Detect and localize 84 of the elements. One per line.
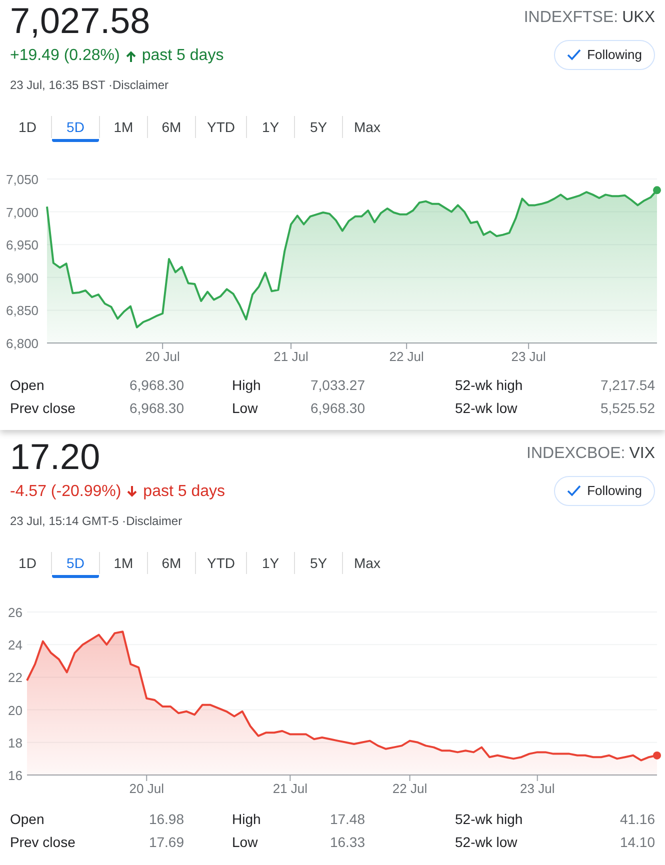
stat-value: 7,217.54 bbox=[600, 376, 655, 395]
x-axis-label: 23 Jul bbox=[520, 781, 555, 796]
price-value: 7,027.58 bbox=[10, 2, 152, 40]
stat-label: 52-wk high bbox=[455, 376, 523, 395]
stat-value: 7,033.27 bbox=[310, 376, 365, 395]
change-period: past 5 days bbox=[142, 46, 224, 66]
range-tab[interactable]: Max bbox=[343, 548, 392, 578]
stat-label: High bbox=[232, 810, 261, 829]
y-axis-label: 6,950 bbox=[6, 238, 39, 253]
y-axis-label: 24 bbox=[8, 638, 22, 653]
y-axis-label: 18 bbox=[8, 735, 22, 750]
y-axis-label: 7,050 bbox=[6, 172, 39, 187]
stat-value: 5,525.52 bbox=[600, 399, 655, 418]
stat-value: 17.69 bbox=[148, 833, 184, 852]
range-tab[interactable]: YTD bbox=[196, 548, 246, 578]
stat-value: 41.16 bbox=[620, 810, 655, 829]
stat-label: Prev close bbox=[10, 833, 76, 852]
tick-mark bbox=[146, 774, 148, 782]
range-tab[interactable]: 6M bbox=[148, 112, 195, 142]
checkmark-icon bbox=[567, 485, 582, 497]
x-axis-label: 22 Jul bbox=[389, 349, 424, 364]
tick-mark bbox=[536, 774, 538, 782]
x-axis-label: 22 Jul bbox=[392, 781, 428, 796]
tick-mark bbox=[290, 342, 292, 350]
stat-label: 52-wk low bbox=[455, 833, 518, 852]
y-axis-label: 16 bbox=[8, 768, 22, 783]
range-tab[interactable]: 6M bbox=[148, 548, 195, 578]
y-axis-label: 7,000 bbox=[6, 204, 39, 220]
price-change: +19.49 (0.28%) bbox=[10, 46, 120, 66]
ticker-symbol: VIX bbox=[629, 444, 655, 464]
range-tab[interactable]: 1M bbox=[100, 112, 147, 142]
x-axis-label: 20 Jul bbox=[129, 781, 164, 796]
x-axis-label: 21 Jul bbox=[272, 781, 308, 796]
stat-label: Low bbox=[232, 833, 258, 852]
tick-mark bbox=[290, 774, 291, 782]
x-axis-label: 20 Jul bbox=[145, 349, 180, 364]
stat-label: Open bbox=[10, 376, 44, 395]
stat-value: 16.33 bbox=[330, 833, 365, 852]
stat-label: 52-wk low bbox=[455, 399, 518, 418]
range-tab[interactable]: 1D bbox=[4, 112, 51, 142]
stat-value: 17.48 bbox=[330, 810, 365, 829]
x-axis-label: 21 Jul bbox=[274, 349, 308, 364]
ticker-symbol: UKX bbox=[622, 8, 655, 28]
timestamp: 23 Jul, 15:14 GMT-5 · bbox=[10, 513, 126, 530]
timestamp: 23 Jul, 16:35 BST · bbox=[10, 77, 113, 94]
stat-label: Open bbox=[10, 810, 44, 829]
range-tab[interactable]: 1D bbox=[4, 548, 51, 578]
y-axis-label: 26 bbox=[8, 605, 22, 620]
range-tab[interactable]: 5Y bbox=[295, 112, 342, 142]
tick-mark bbox=[409, 774, 410, 782]
range-tab[interactable]: Max bbox=[343, 112, 392, 142]
stat-value: 16.98 bbox=[148, 810, 184, 829]
range-tab[interactable]: 1Y bbox=[247, 548, 294, 578]
range-tab[interactable]: 1M bbox=[100, 548, 147, 578]
exchange-name: INDEXFTSE: bbox=[524, 8, 618, 28]
stat-label: High bbox=[232, 376, 261, 395]
checkmark-icon bbox=[567, 49, 582, 61]
y-axis-label: 20 bbox=[8, 702, 22, 718]
following-button[interactable]: Following bbox=[554, 40, 655, 70]
following-button[interactable]: Following bbox=[554, 476, 655, 506]
change-period: past 5 days bbox=[143, 482, 225, 502]
range-tab[interactable]: 1Y bbox=[247, 112, 294, 142]
tick-mark bbox=[406, 342, 408, 350]
tick-mark bbox=[528, 342, 530, 350]
y-axis-label: 6,850 bbox=[6, 303, 39, 318]
stat-value: 6,968.30 bbox=[130, 399, 184, 418]
price-change: -4.57 (-20.99%) bbox=[10, 482, 122, 502]
stat-value: 14.10 bbox=[620, 833, 655, 852]
tick-mark bbox=[162, 342, 164, 350]
stat-value: 6,968.30 bbox=[130, 376, 184, 395]
price-value: 17.20 bbox=[10, 438, 102, 476]
disclaimer-link[interactable]: Disclaimer bbox=[126, 512, 182, 530]
disclaimer-link[interactable]: Disclaimer bbox=[112, 76, 169, 94]
y-axis-label: 6,900 bbox=[6, 270, 39, 286]
stat-value: 6,968.30 bbox=[310, 399, 365, 418]
stat-label: Low bbox=[232, 399, 258, 418]
y-axis-label: 6,800 bbox=[6, 336, 39, 351]
range-tab[interactable]: 5Y bbox=[295, 548, 342, 578]
exchange-name: INDEXCBOE: bbox=[526, 444, 626, 464]
stat-label: Prev close bbox=[10, 399, 76, 418]
x-axis-label: 23 Jul bbox=[511, 349, 546, 364]
range-tab[interactable]: YTD bbox=[196, 112, 246, 142]
stat-label: 52-wk high bbox=[455, 810, 523, 829]
y-axis-label: 22 bbox=[8, 670, 22, 686]
